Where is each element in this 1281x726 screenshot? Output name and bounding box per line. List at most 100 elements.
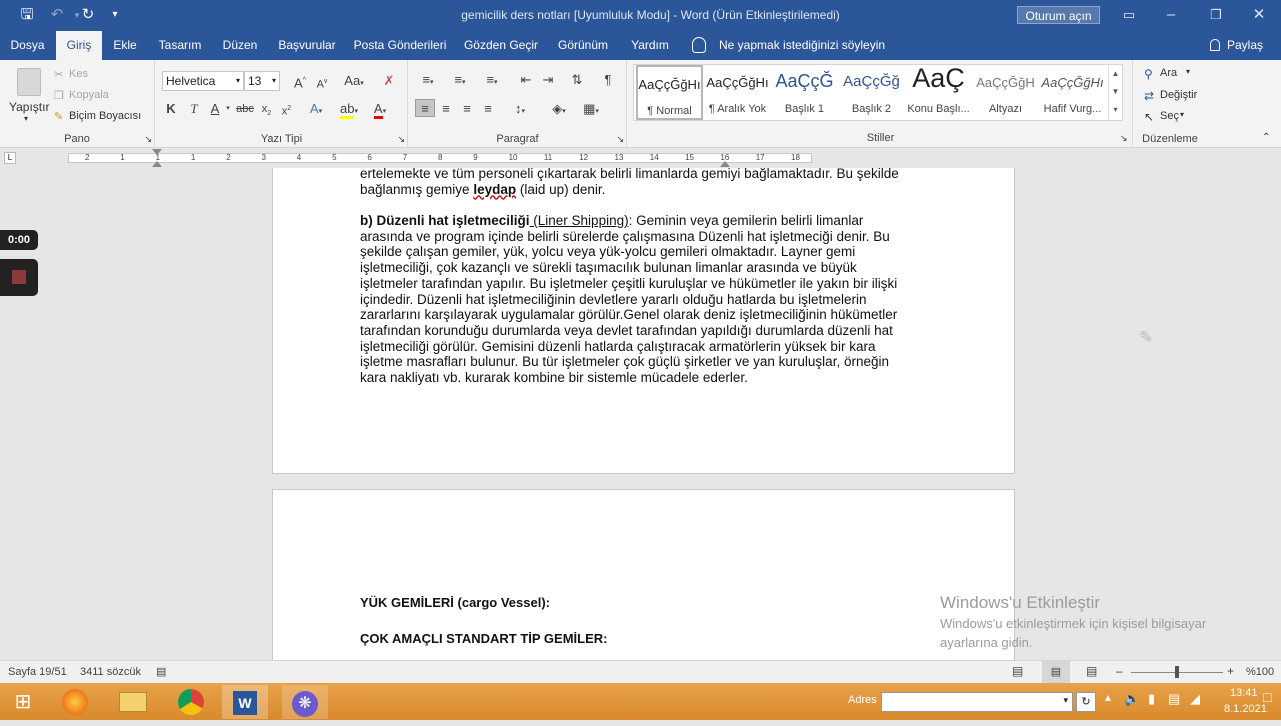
style-title[interactable]: AaÇ Konu Başlı...: [905, 65, 972, 120]
numbering-icon[interactable]: ≡▾: [449, 71, 471, 89]
dialog-launcher-icon[interactable]: ↘: [616, 134, 624, 145]
volume-icon[interactable]: 🔈: [1124, 691, 1140, 707]
superscript-icon[interactable]: x2: [279, 100, 294, 118]
shading-icon[interactable]: ◈▾: [547, 100, 571, 118]
heading-cargo-vessel[interactable]: YÜK GEMİLERİ (cargo Vessel):: [360, 595, 916, 611]
find-button[interactable]: Ara: [1160, 67, 1177, 79]
increase-indent-icon[interactable]: ⇥: [539, 71, 557, 89]
dialog-launcher-icon[interactable]: ↘: [1120, 133, 1128, 144]
font-name-box[interactable]: Helvetica ▾: [162, 71, 244, 91]
tab-home[interactable]: Giriş: [56, 31, 102, 60]
maximize-icon[interactable]: ❐: [1205, 5, 1227, 25]
replace-button[interactable]: Değiştir: [1160, 89, 1197, 101]
signin-button[interactable]: Oturum açın: [1017, 6, 1100, 24]
style-subtle-emphasis[interactable]: AaÇçĞğHı Hafif Vurg...: [1039, 65, 1106, 120]
firefox-icon[interactable]: [52, 685, 98, 719]
notifications-icon[interactable]: □: [1263, 689, 1271, 705]
show-marks-icon[interactable]: ¶: [599, 71, 617, 89]
ribbon-display-options-icon[interactable]: ▭: [1118, 5, 1140, 25]
share-button[interactable]: Paylaş: [1227, 31, 1263, 60]
bold-icon[interactable]: K: [164, 100, 178, 118]
font-color-icon[interactable]: A▾: [369, 100, 391, 119]
underline-icon[interactable]: A: [208, 100, 222, 118]
proofing-icon[interactable]: ▤: [156, 665, 166, 678]
minimize-icon[interactable]: –: [1160, 5, 1182, 25]
file-explorer-icon[interactable]: [110, 685, 156, 719]
clear-formatting-icon[interactable]: ✗: [380, 72, 398, 90]
show-hidden-icons-icon[interactable]: ▲: [1103, 693, 1113, 704]
refresh-icon[interactable]: ↻: [1076, 692, 1096, 712]
underline-dropdown-icon[interactable]: ▾: [224, 100, 232, 118]
paste-dropdown-icon[interactable]: ▾: [24, 114, 28, 123]
highlight-icon[interactable]: ab▾: [338, 100, 360, 119]
web-layout-icon[interactable]: ▤: [1086, 664, 1097, 678]
tab-design[interactable]: Tasarım: [152, 31, 208, 60]
align-right-icon[interactable]: ≡: [458, 100, 476, 118]
battery-icon[interactable]: ▮: [1148, 691, 1155, 707]
paste-button[interactable]: Yapıştır: [9, 100, 49, 114]
select-button[interactable]: Seç: [1160, 110, 1179, 122]
wifi-icon[interactable]: ◢: [1190, 691, 1200, 707]
print-layout-icon[interactable]: ▤: [1042, 661, 1070, 683]
change-case-icon[interactable]: Aa▾: [341, 72, 367, 90]
clock-date[interactable]: 8.1.2021: [1224, 703, 1267, 715]
dialog-launcher-icon[interactable]: ↘: [144, 134, 152, 145]
italic-icon[interactable]: T: [187, 100, 201, 118]
address-input[interactable]: ▾: [881, 692, 1073, 712]
grow-font-icon[interactable]: A^: [292, 72, 308, 90]
style-normal[interactable]: AaÇçĞğHı ¶ Normal: [636, 65, 703, 120]
chrome-icon[interactable]: [168, 685, 214, 719]
text-effects-icon[interactable]: A▾: [306, 100, 326, 118]
paragraph-laid-up[interactable]: ertelemekte ve tüm personeli çıkartarak …: [360, 168, 916, 197]
windows-start-icon[interactable]: ⊞: [0, 685, 46, 719]
align-left-icon[interactable]: ≡: [415, 99, 435, 117]
style-heading-2[interactable]: AaÇçĞğ Başlık 2: [838, 65, 905, 120]
line-spacing-icon[interactable]: ↕▾: [508, 100, 532, 118]
recorder-app-icon[interactable]: ❋: [282, 685, 328, 719]
recorder-stop-button[interactable]: [0, 259, 38, 296]
paste-icon[interactable]: [17, 68, 41, 96]
collapse-ribbon-icon[interactable]: ⌃: [1262, 132, 1270, 143]
chevron-down-icon[interactable]: ▾: [1186, 67, 1190, 76]
network-icon[interactable]: ▤: [1168, 691, 1180, 707]
zoom-slider-thumb[interactable]: [1175, 666, 1179, 678]
sort-icon[interactable]: ⇅: [568, 71, 586, 89]
paragraph-liner-shipping[interactable]: b) Düzenli hat işletmeciliği (Liner Ship…: [360, 213, 916, 386]
shrink-font-icon[interactable]: Av: [314, 73, 330, 91]
decrease-indent-icon[interactable]: ⇤: [517, 71, 535, 89]
ruler-bar[interactable]: 2 1 1 1 2 3 4 5 6 7 8 9 10 11 12 13 14 15 16 17 18: [68, 153, 812, 163]
tab-help[interactable]: Yardım: [624, 31, 676, 60]
align-center-icon[interactable]: ≡: [437, 100, 455, 118]
word-count[interactable]: 3411 sözcük: [80, 666, 141, 678]
zoom-level[interactable]: %100: [1246, 666, 1274, 678]
word-taskbar-icon[interactable]: W: [222, 685, 268, 719]
clock-time[interactable]: 13:41: [1230, 687, 1258, 699]
read-mode-icon[interactable]: ▤: [1012, 664, 1023, 678]
tab-layout[interactable]: Düzen: [216, 31, 264, 60]
tab-references[interactable]: Başvurular: [272, 31, 342, 60]
bullets-icon[interactable]: ≡▾: [417, 71, 439, 89]
copy-button[interactable]: Kopyala: [69, 89, 109, 101]
cut-button[interactable]: Kes: [69, 68, 88, 80]
hanging-indent-marker[interactable]: [152, 161, 162, 167]
zoom-in-icon[interactable]: +: [1227, 664, 1234, 678]
style-no-spacing[interactable]: AaÇçĞğHı ¶ Aralık Yok: [704, 65, 771, 120]
format-painter-button[interactable]: Biçim Boyacısı: [69, 110, 141, 122]
right-indent-marker[interactable]: [720, 161, 730, 167]
style-subtitle[interactable]: AaÇçĞğH Altyazı: [972, 65, 1039, 120]
justify-icon[interactable]: ≡: [479, 100, 497, 118]
tab-file[interactable]: Dosya: [0, 31, 55, 60]
font-size-box[interactable]: 13 ▾: [244, 71, 280, 91]
styles-scroll-icon[interactable]: ▲ ▼ ▾: [1108, 65, 1122, 120]
tab-selector-icon[interactable]: L: [4, 152, 16, 164]
heading-multipurpose-ships[interactable]: ÇOK AMAÇLI STANDART TİP GEMİLER:: [360, 631, 916, 647]
chevron-down-icon[interactable]: ▾: [1180, 110, 1184, 119]
zoom-out-icon[interactable]: –: [1116, 664, 1123, 678]
tab-mailings[interactable]: Posta Gönderileri: [352, 31, 448, 60]
tab-view[interactable]: Görünüm: [552, 31, 614, 60]
dialog-launcher-icon[interactable]: ↘: [397, 134, 405, 145]
first-line-indent-marker[interactable]: [152, 149, 162, 155]
close-icon[interactable]: ✕: [1248, 5, 1270, 25]
strikethrough-icon[interactable]: abc: [236, 100, 254, 118]
subscript-icon[interactable]: x2: [259, 100, 274, 118]
